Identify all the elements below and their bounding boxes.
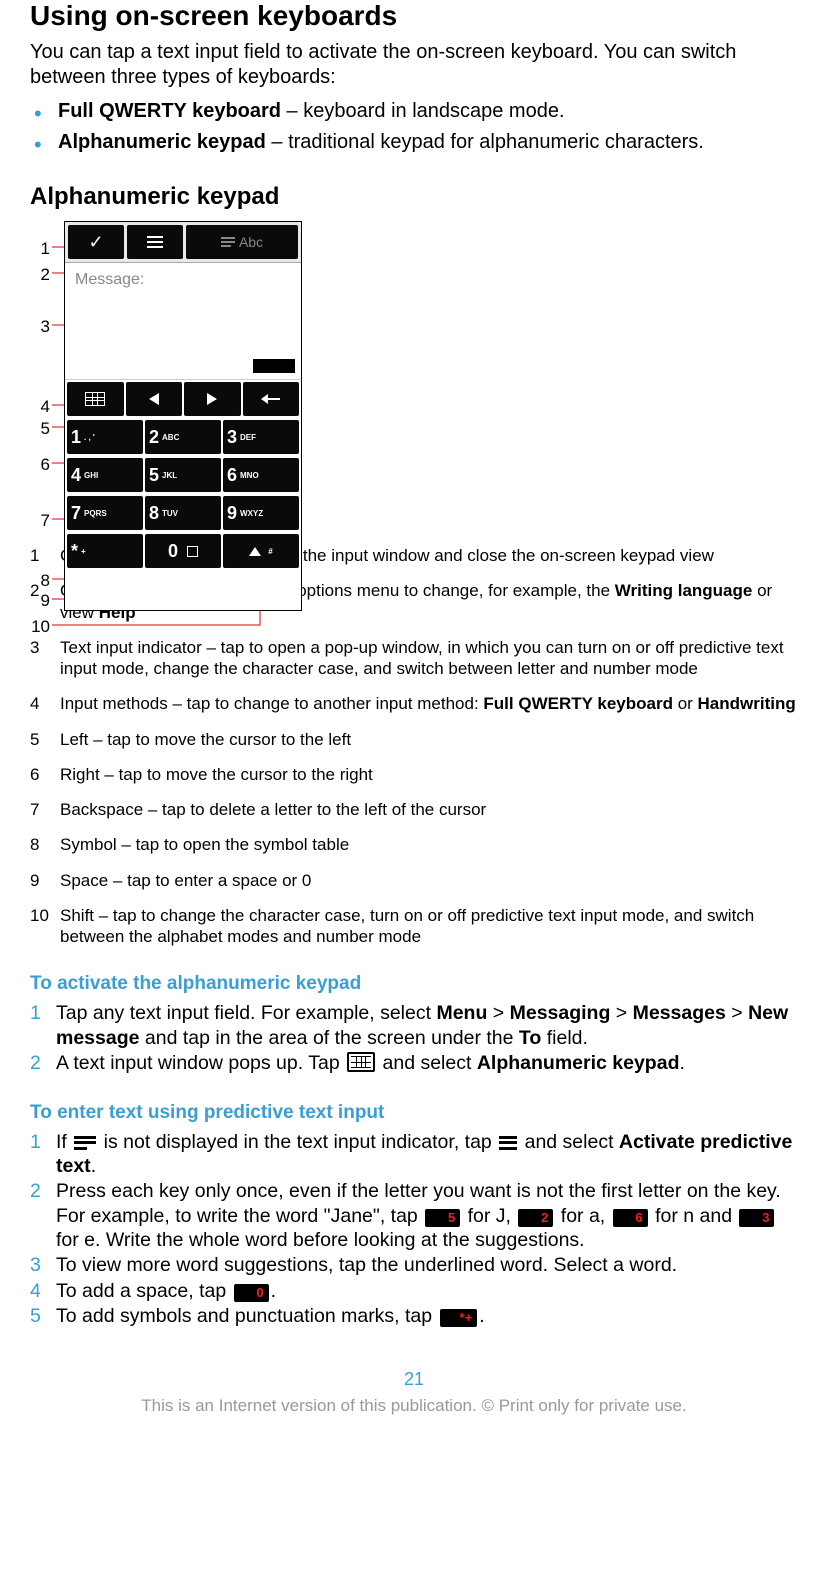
callout-num-9: 9 (30, 591, 50, 611)
close-button[interactable]: ✓ (68, 225, 124, 259)
key-2[interactable]: 2ABC (145, 420, 221, 454)
intro-text: You can tap a text input field to activa… (30, 40, 798, 90)
char-counter (253, 359, 295, 373)
step-text: To view more word suggestions, tap the u… (56, 1253, 677, 1277)
predictive-icon (221, 237, 235, 247)
backspace-icon (261, 394, 280, 404)
step-text: Press each key only once, even if the le… (56, 1179, 798, 1252)
right-key[interactable] (184, 382, 241, 416)
callout-number: 1 (30, 545, 60, 566)
key-4[interactable]: 4GHI (67, 458, 143, 492)
keyboard-icon (347, 1052, 375, 1072)
text-input-indicator[interactable]: Abc (186, 225, 298, 259)
step-number: 4 (30, 1279, 56, 1303)
callout-number: 7 (30, 799, 60, 820)
page-number: 21 (30, 1369, 798, 1390)
message-field[interactable]: Message: (65, 263, 301, 380)
message-placeholder: Message: (75, 271, 144, 288)
callout-number: 8 (30, 834, 60, 855)
space-key[interactable]: 0 (145, 534, 221, 568)
backspace-key[interactable] (243, 382, 300, 416)
callout-num-1: 1 (30, 239, 50, 259)
callout-num-4: 4 (30, 397, 50, 417)
step-number: 1 (30, 1001, 56, 1025)
callout-text: Backspace – tap to delete a letter to th… (60, 799, 486, 820)
keyboard-types-list: • Full QWERTY keyboard – keyboard in lan… (30, 100, 798, 159)
shift-icon (249, 547, 261, 556)
callout-text: Symbol – tap to open the symbol table (60, 834, 349, 855)
step-number: 3 (30, 1253, 56, 1277)
callout-num-7: 7 (30, 511, 50, 531)
footer-text: This is an Internet version of this publ… (30, 1396, 798, 1416)
callout-text: Left – tap to move the cursor to the lef… (60, 729, 351, 750)
key-chip-star: *+ (440, 1309, 478, 1327)
input-method-key[interactable] (67, 382, 124, 416)
menu-icon (147, 236, 163, 248)
callout-text: Right – tap to move the cursor to the ri… (60, 764, 373, 785)
kb-type-alnum-label: Alphanumeric keypad (58, 131, 266, 153)
page-title: Using on-screen keyboards (30, 0, 798, 32)
callout-number: 3 (30, 637, 60, 680)
key-chip-0: 0 (234, 1284, 269, 1302)
alnum-keypad-heading: Alphanumeric keypad (30, 183, 798, 211)
step-text: A text input window pops up. Tap and sel… (56, 1051, 685, 1075)
key-8[interactable]: 8TUV (145, 496, 221, 530)
arrow-right-icon (207, 393, 217, 405)
symbol-key[interactable]: *+ (67, 534, 143, 568)
callout-num-8: 8 (30, 571, 50, 591)
arrow-left-icon (149, 393, 159, 405)
step-text: To add a space, tap 0. (56, 1279, 276, 1303)
callout-num-3: 3 (30, 317, 50, 337)
callout-text: Text input indicator – tap to open a pop… (60, 637, 798, 680)
options-icon (499, 1136, 517, 1150)
callout-num-5: 5 (30, 419, 50, 439)
key-6[interactable]: 6MNO (223, 458, 299, 492)
bullet-icon: • (34, 131, 58, 160)
callout-text: Space – tap to enter a space or 0 (60, 870, 311, 891)
keyboard-icon (85, 392, 105, 406)
key-chip-3: 3 (739, 1209, 774, 1227)
step-text: To add symbols and punctuation marks, ta… (56, 1304, 485, 1328)
callout-num-2: 2 (30, 265, 50, 285)
key-9[interactable]: 9WXYZ (223, 496, 299, 530)
step-number: 1 (30, 1130, 56, 1154)
key-3[interactable]: 3DEF (223, 420, 299, 454)
step-text: If is not displayed in the text input in… (56, 1130, 798, 1179)
key-7[interactable]: 7PQRS (67, 496, 143, 530)
shift-key[interactable]: # (223, 534, 299, 568)
kb-type-qwerty-label: Full QWERTY keyboard (58, 100, 281, 122)
step-number: 5 (30, 1304, 56, 1328)
kb-type-alnum-desc: – traditional keypad for alphanumeric ch… (266, 131, 704, 153)
callout-text: Input methods – tap to change to another… (60, 693, 796, 714)
callout-number: 5 (30, 729, 60, 750)
bullet-icon: • (34, 100, 58, 129)
activate-steps: 1Tap any text input field. For example, … (30, 1001, 798, 1075)
callout-number: 9 (30, 870, 60, 891)
callout-num-6: 6 (30, 455, 50, 475)
space-icon (187, 546, 198, 557)
key-chip-2: 2 (518, 1209, 553, 1227)
key-1[interactable]: 1. , ' (67, 420, 143, 454)
input-mode-label: Abc (239, 234, 263, 250)
step-number: 2 (30, 1179, 56, 1203)
left-key[interactable] (126, 382, 183, 416)
key-5[interactable]: 5JKL (145, 458, 221, 492)
callout-text: Shift – tap to change the character case… (60, 905, 798, 948)
key-chip-5: 5 (425, 1209, 460, 1227)
step-number: 2 (30, 1051, 56, 1075)
predictive-steps: 1If is not displayed in the text input i… (30, 1130, 798, 1329)
key-chip-6: 6 (613, 1209, 648, 1227)
kb-type-qwerty-desc: – keyboard in landscape mode. (281, 100, 565, 122)
predictive-heading: To enter text using predictive text inpu… (30, 1102, 798, 1124)
callout-num-10: 10 (30, 617, 50, 637)
step-text: Tap any text input field. For example, s… (56, 1001, 798, 1050)
activate-heading: To activate the alphanumeric keypad (30, 973, 798, 995)
options-button[interactable] (127, 225, 183, 259)
predictive-icon (74, 1136, 96, 1150)
callout-number: 4 (30, 693, 60, 714)
callout-number: 10 (30, 905, 60, 948)
callout-number: 6 (30, 764, 60, 785)
